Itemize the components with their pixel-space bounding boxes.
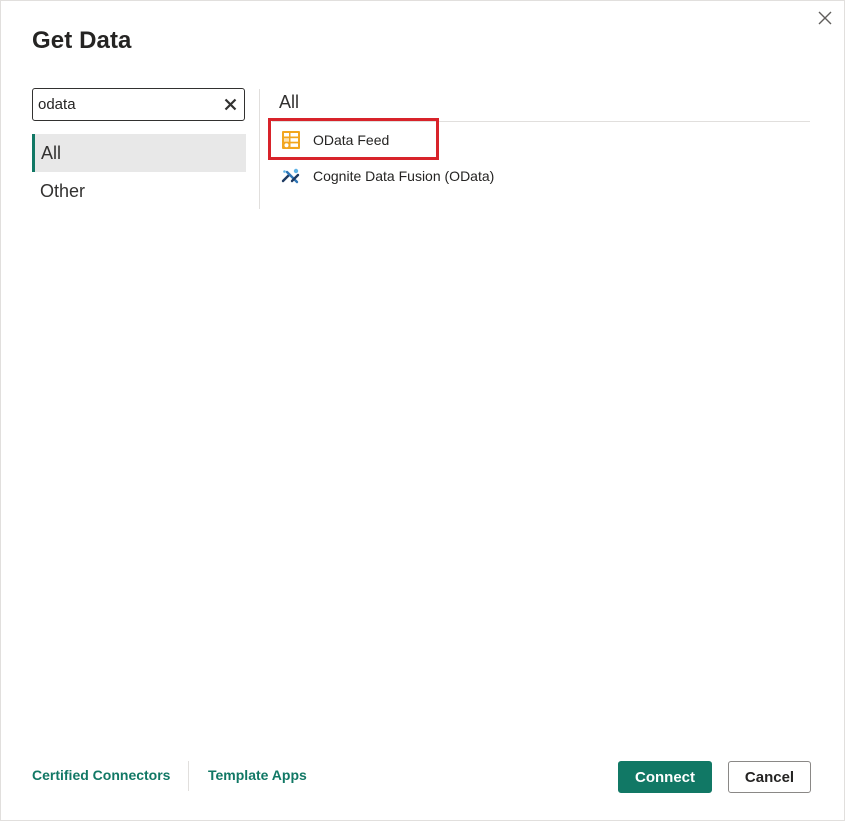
category-label: Other bbox=[40, 181, 86, 201]
search-clear-button[interactable] bbox=[221, 95, 239, 113]
result-label: Cognite Data Fusion (OData) bbox=[313, 168, 495, 184]
category-label: All bbox=[41, 143, 62, 163]
category-list: All Other bbox=[32, 134, 246, 210]
result-label: OData Feed bbox=[313, 132, 390, 148]
certified-connectors-link[interactable]: Certified Connectors bbox=[32, 767, 170, 783]
connect-button[interactable]: Connect bbox=[618, 761, 712, 793]
category-other[interactable]: Other bbox=[32, 172, 246, 210]
search-input[interactable] bbox=[38, 91, 218, 118]
results-list: OData Feed Cognite Data Fusion (OData) bbox=[272, 122, 812, 194]
panel-divider bbox=[259, 89, 260, 209]
close-icon bbox=[818, 11, 832, 25]
result-odata-feed[interactable]: OData Feed bbox=[272, 122, 812, 158]
result-cognite-data-fusion[interactable]: Cognite Data Fusion (OData) bbox=[272, 158, 812, 194]
footer-divider bbox=[188, 761, 189, 791]
category-all[interactable]: All bbox=[32, 134, 246, 172]
odata-feed-icon bbox=[280, 129, 302, 151]
cognite-icon bbox=[280, 165, 302, 187]
template-apps-link[interactable]: Template Apps bbox=[208, 767, 307, 783]
dialog-title: Get Data bbox=[32, 27, 132, 54]
cancel-button[interactable]: Cancel bbox=[728, 761, 811, 793]
get-data-dialog: Get Data All Other All bbox=[0, 0, 845, 821]
clear-icon bbox=[224, 98, 236, 110]
close-button[interactable] bbox=[814, 7, 836, 29]
search-box bbox=[32, 88, 245, 121]
results-header: All bbox=[279, 92, 300, 112]
